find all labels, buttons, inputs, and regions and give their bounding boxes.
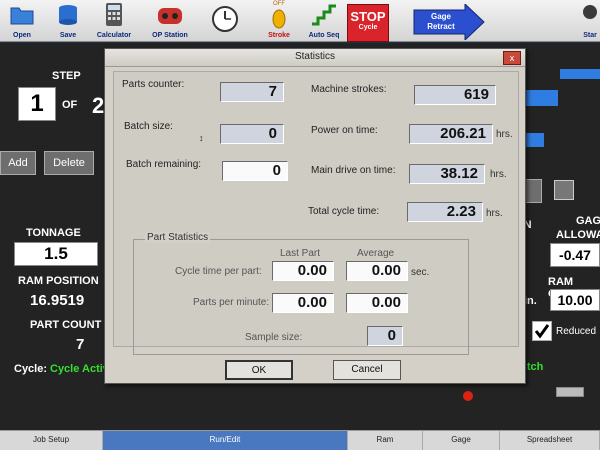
tonnage-value: 1.5	[14, 242, 98, 266]
tab-run-edit[interactable]: Run/Edit	[103, 431, 348, 450]
tab-ram[interactable]: Ram	[348, 431, 423, 450]
dialog-titlebar[interactable]: Statistics x	[105, 49, 525, 67]
timer-button[interactable]	[203, 0, 247, 42]
sample-size-field: 0	[367, 326, 403, 346]
folder-icon	[10, 7, 34, 25]
power-on-time-field: 206.21	[409, 124, 493, 144]
reduced-checkbox[interactable]	[532, 321, 552, 341]
main-toolbar: Open Save Calculator OP Station OFF Stro…	[0, 0, 600, 42]
cancel-button[interactable]: Cancel	[333, 360, 401, 380]
stairs-icon	[312, 4, 336, 26]
total-cycle-unit: hrs.	[486, 208, 503, 219]
windows-logo-icon	[583, 5, 597, 19]
save-button[interactable]: Save	[50, 0, 86, 42]
power-on-unit: hrs.	[496, 129, 513, 140]
close-icon: x	[509, 53, 515, 63]
side-checkbox[interactable]	[554, 180, 574, 200]
dialog-title: Statistics	[294, 51, 335, 62]
cycle-time-unit: sec.	[411, 267, 430, 278]
part-count-value: 7	[76, 336, 85, 353]
power-on-time-label: Power on time:	[311, 125, 378, 136]
ppm-avg-field: 0.00	[346, 293, 408, 313]
parts-per-minute-label: Parts per minute:	[193, 297, 270, 308]
ram-opening-value: 10.00	[550, 289, 600, 311]
indicator-bar	[560, 69, 600, 79]
op-station-icon	[158, 8, 182, 24]
tab-job-setup[interactable]: Job Setup	[0, 431, 103, 450]
cycle-time-avg-field: 0.00	[346, 261, 408, 281]
batch-size-input[interactable]: 0	[220, 124, 284, 144]
gage-retract-button[interactable]: Gage Retract	[413, 2, 485, 42]
step-label: STEP	[52, 70, 81, 82]
gage-allow-label: GAGE	[576, 215, 600, 227]
gage-allow-label-2: ALLOWA	[556, 229, 600, 241]
database-icon	[59, 5, 77, 25]
tonnage-label: TONNAGE	[26, 227, 81, 239]
stroke-button[interactable]: OFF Stroke	[262, 0, 296, 42]
gage-allow-value: -0.47	[550, 243, 600, 267]
of-value: 2	[92, 93, 105, 118]
part-statistics-title: Part Statistics	[145, 232, 211, 243]
batch-remaining-label: Batch remaining:	[126, 159, 202, 170]
indicator-bar	[522, 90, 558, 106]
calculator-icon	[106, 3, 122, 26]
delete-step-button[interactable]: Delete	[44, 151, 94, 175]
stopwatch-icon	[212, 6, 238, 32]
machine-strokes-field: 619	[414, 85, 496, 105]
add-step-button[interactable]: Add	[0, 151, 36, 175]
statistics-dialog: Statistics x Parts counter: 7 Batch size…	[104, 48, 526, 384]
of-label: OF	[62, 99, 78, 111]
batch-size-label: Batch size:	[124, 121, 173, 132]
open-button[interactable]: Open	[4, 0, 40, 42]
reduced-label: Reduced	[556, 326, 597, 337]
ok-button[interactable]: OK	[225, 360, 293, 380]
cycle-time-last-field: 0.00	[272, 261, 334, 281]
ram-position-label: RAM POSITION	[18, 275, 99, 287]
ppm-last-field: 0.00	[272, 293, 334, 313]
cycle-time-per-part-label: Cycle time per part:	[175, 266, 262, 277]
step-value: 1	[18, 87, 56, 121]
cycle-label: Cycle:	[14, 363, 48, 375]
main-drive-label: Main drive on time:	[311, 165, 396, 176]
checkmark-icon	[534, 324, 550, 339]
batch-remaining-field: 0	[222, 161, 288, 181]
spin-arrows-icon: ↕	[199, 133, 204, 143]
average-header: Average	[357, 248, 395, 259]
machine-strokes-label: Machine strokes:	[311, 84, 387, 95]
parts-counter-label: Parts counter:	[122, 79, 185, 90]
main-drive-field: 38.12	[409, 164, 485, 184]
stop-cycle-button[interactable]: STOP Cycle	[347, 4, 389, 42]
close-button[interactable]: x	[503, 51, 521, 65]
auto-seq-button[interactable]: Auto Seq	[303, 0, 345, 42]
tab-gage[interactable]: Gage	[423, 431, 500, 450]
small-button[interactable]	[556, 387, 584, 397]
total-cycle-label: Total cycle time:	[308, 206, 380, 217]
tab-spreadsheet[interactable]: Spreadsheet	[500, 431, 600, 450]
start-button[interactable]: Star	[580, 0, 600, 42]
total-cycle-field: 2.23	[407, 202, 483, 222]
press-ram-icon	[272, 9, 286, 29]
ram-position-value: 16.9519	[30, 292, 85, 309]
part-count-label: PART COUNT	[30, 319, 102, 331]
last-part-header: Last Part	[280, 248, 321, 259]
bottom-tab-bar: Job Setup Run/Edit Ram Gage Spreadsheet	[0, 430, 600, 450]
parts-counter-field: 7	[220, 82, 284, 102]
mouse-cursor-icon	[463, 391, 473, 401]
calculator-button[interactable]: Calculator	[93, 0, 135, 42]
main-drive-unit: hrs.	[490, 169, 507, 180]
sample-size-label: Sample size:	[245, 332, 303, 343]
op-station-button[interactable]: OP Station	[146, 0, 194, 42]
